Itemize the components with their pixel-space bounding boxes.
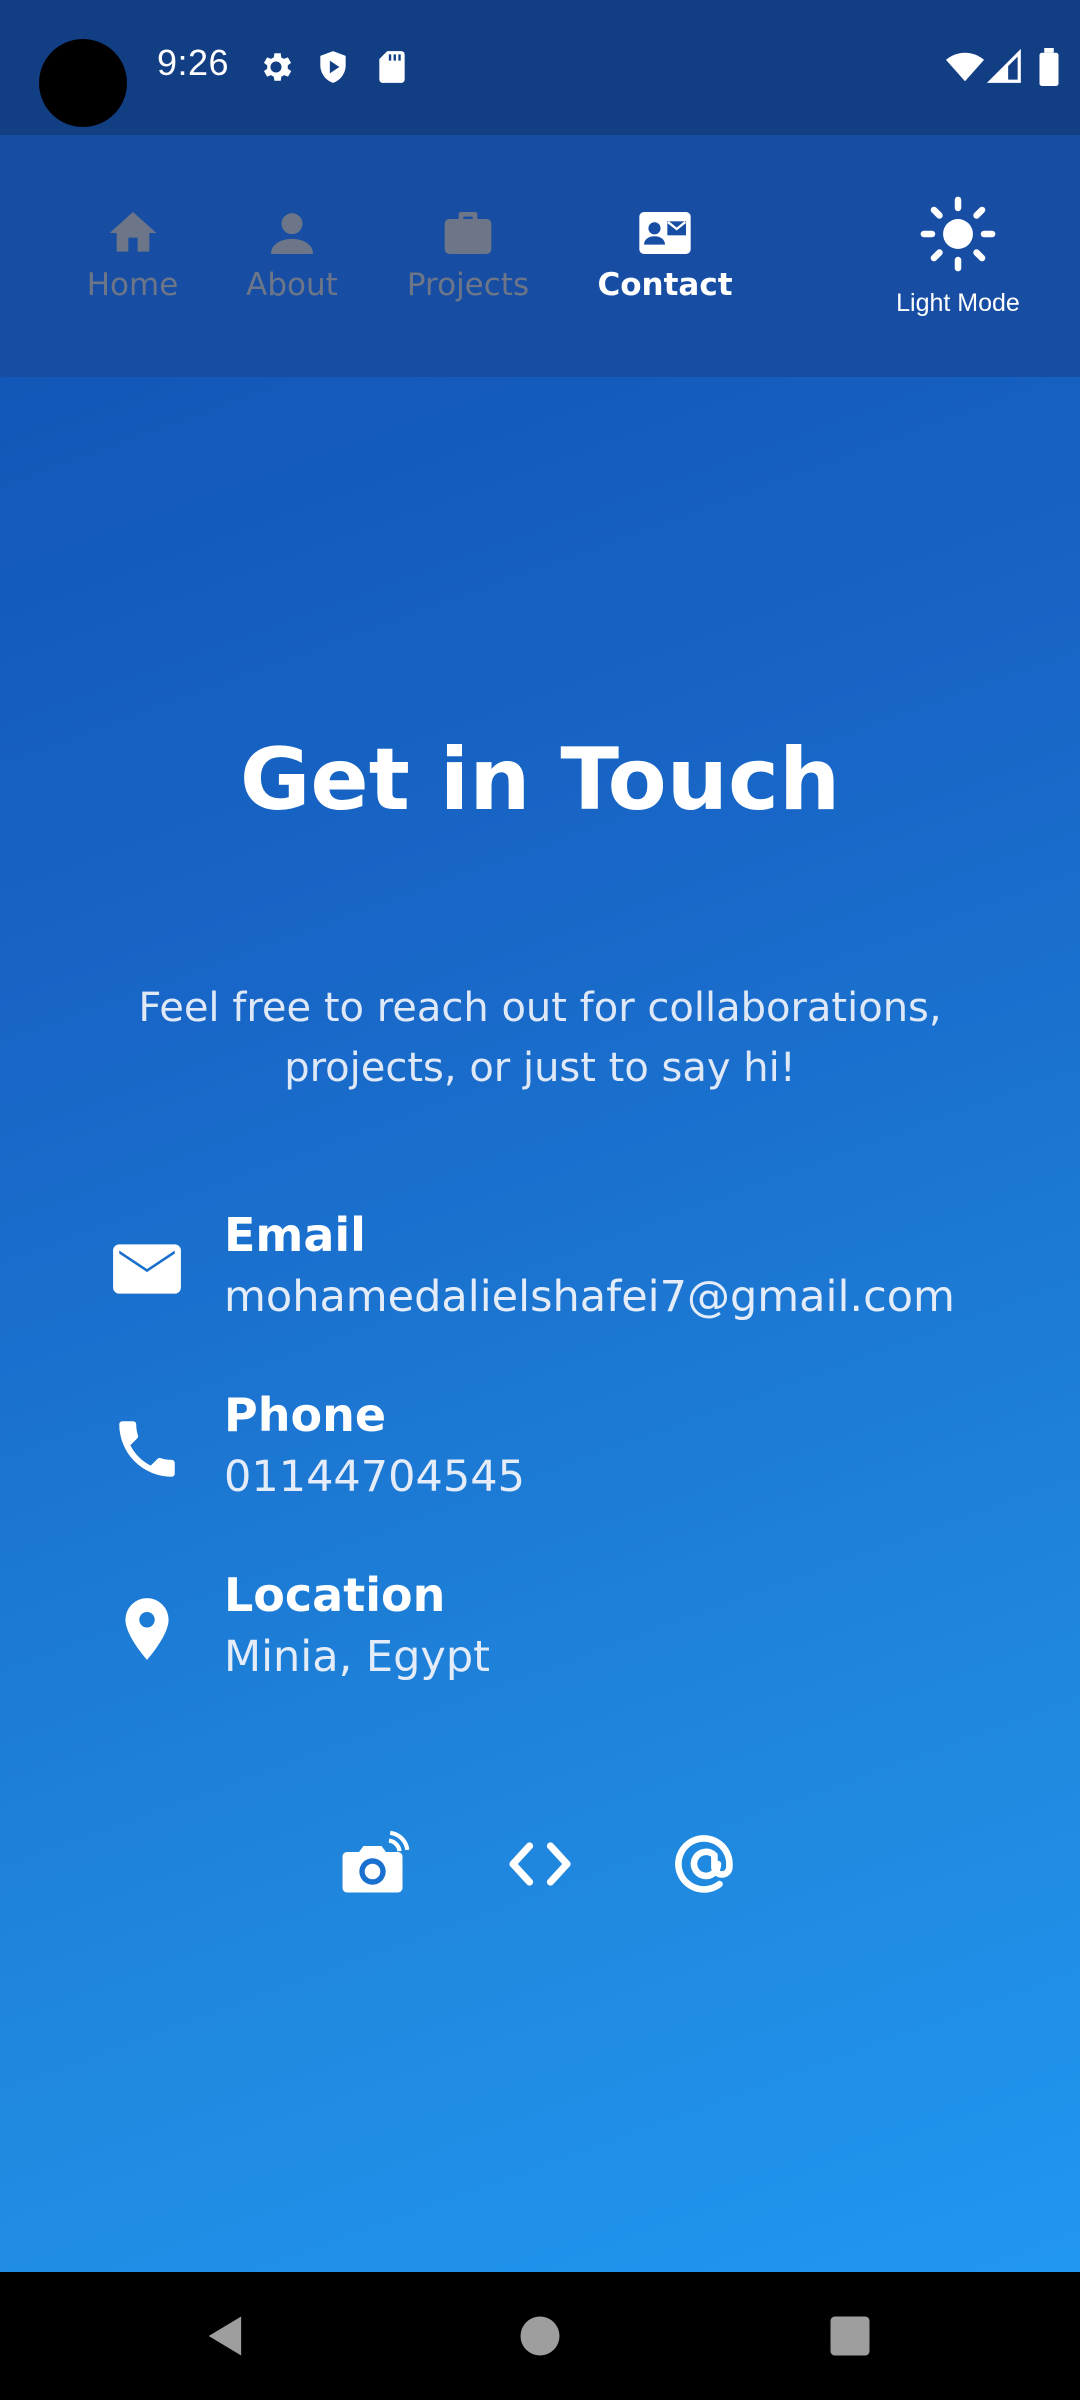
contact-label: Location xyxy=(224,1568,446,1622)
gear-icon xyxy=(257,48,295,86)
mail-icon xyxy=(110,1232,184,1306)
contact-label: Phone xyxy=(224,1388,387,1442)
phone-icon xyxy=(110,1412,184,1486)
app-screen: 9:26 Home About Projects Contact Light M… xyxy=(0,0,1080,2272)
top-nav: Home About Projects Contact Light Mode xyxy=(0,135,1080,377)
person-icon xyxy=(262,205,322,261)
camera-cutout xyxy=(39,39,127,127)
status-time: 9:26 xyxy=(157,42,230,83)
theme-toggle-label: Light Mode xyxy=(896,289,1020,317)
contact-card-icon xyxy=(635,205,695,261)
nav-item-projects[interactable]: Projects xyxy=(398,205,538,303)
at-icon[interactable] xyxy=(670,1828,742,1900)
contact-value: mohamedalielshafei7@gmail.com xyxy=(224,1272,955,1322)
nav-item-about[interactable]: About xyxy=(232,205,352,303)
page-subtitle: Feel free to reach out for collaboration… xyxy=(138,985,942,1091)
location-pin-icon xyxy=(110,1592,184,1666)
shield-play-icon xyxy=(314,48,352,86)
recents-icon[interactable] xyxy=(824,2310,876,2362)
home-icon xyxy=(103,205,163,261)
wifi-icon xyxy=(944,48,986,86)
home-circle-icon[interactable] xyxy=(514,2310,566,2362)
contact-location[interactable]: Location Minia, Egypt xyxy=(110,1568,1010,1688)
nav-item-contact[interactable]: Contact xyxy=(590,205,740,303)
page-title: Get in Touch xyxy=(239,730,841,830)
nav-item-label: Home xyxy=(86,267,179,303)
sd-card-icon xyxy=(373,48,411,86)
contact-label: Email xyxy=(224,1208,366,1262)
nav-item-label: Projects xyxy=(406,267,530,303)
sun-icon xyxy=(919,195,997,273)
nav-item-label: About xyxy=(246,267,338,303)
briefcase-icon xyxy=(438,205,498,261)
contact-phone[interactable]: Phone 01144704545 xyxy=(110,1388,1010,1508)
contact-value: 01144704545 xyxy=(224,1452,525,1502)
code-icon[interactable] xyxy=(504,1828,576,1900)
back-icon[interactable] xyxy=(200,2310,252,2362)
system-nav-bar xyxy=(0,2272,1080,2400)
nav-item-home[interactable]: Home xyxy=(70,205,195,303)
battery-icon xyxy=(1034,48,1064,86)
status-bar: 9:26 xyxy=(0,0,1080,135)
contact-email[interactable]: Email mohamedalielshafei7@gmail.com xyxy=(110,1208,1010,1328)
contact-value: Minia, Egypt xyxy=(224,1632,490,1682)
signal-icon xyxy=(986,48,1024,86)
camera-icon[interactable] xyxy=(338,1828,410,1900)
theme-toggle-button[interactable]: Light Mode xyxy=(860,195,1056,318)
nav-item-label: Contact xyxy=(597,267,733,303)
